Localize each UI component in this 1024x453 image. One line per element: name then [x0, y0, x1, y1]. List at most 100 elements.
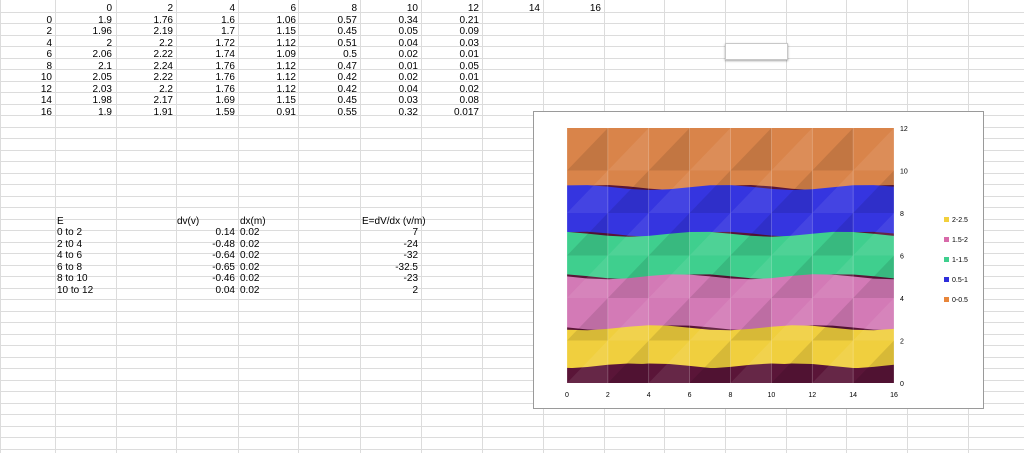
table-value-cell: 0.42 — [337, 72, 357, 83]
efield-dx-cell: 0.02 — [240, 284, 260, 296]
table-value-cell: 0.05 — [398, 26, 418, 37]
table-value-cell: 0.03 — [459, 37, 479, 49]
column-header-cell: 6 — [290, 3, 296, 14]
efield-e-cell: -23 — [403, 273, 418, 285]
table-value-cell: 2.06 — [92, 49, 112, 60]
efield-dx-cell: 0.02 — [240, 227, 260, 239]
surface-chart[interactable]: 0 2 4 6 8 10 12 14 16 0 2 4 6 8 10 12 2-2.5 1.5-2 1-1.5 0.5… — [533, 111, 984, 409]
table-value-cell: 1.69 — [215, 95, 235, 106]
x-tick-label: 10 — [767, 392, 775, 399]
table-value-cell: 0.08 — [459, 95, 479, 106]
efield-dv-cell: -0.48 — [212, 238, 235, 250]
efield-range-cell: 4 to 6 — [57, 250, 83, 262]
legend-swatch — [944, 297, 949, 302]
efield-e-cell: 7 — [412, 227, 418, 239]
row-label-cell: 14 — [40, 95, 52, 106]
row-label-cell: 12 — [40, 83, 52, 95]
legend-label: 0-0.5 — [952, 297, 968, 304]
legend-swatch — [944, 277, 949, 282]
table-value-cell: 0.51 — [337, 37, 357, 49]
table-value-cell: 0.09 — [459, 26, 479, 37]
table-value-cell: 1.12 — [276, 72, 296, 83]
y-tick-label: 8 — [900, 211, 904, 218]
table-value-cell: 0.42 — [337, 83, 357, 95]
table-value-cell: 1.72 — [215, 37, 235, 49]
table-value-cell: 2.2 — [159, 37, 173, 49]
column-header-cell: 14 — [528, 3, 540, 14]
table-value-cell: 0.02 — [398, 72, 418, 83]
x-tick-label: 4 — [647, 392, 651, 399]
column-header-cell: 2 — [167, 3, 173, 14]
table-value-cell: 1.76 — [215, 83, 235, 95]
table-value-cell: 0.01 — [459, 72, 479, 83]
row-label-cell: 4 — [46, 37, 52, 49]
x-tick-label: 12 — [808, 392, 816, 399]
efield-e-cell: -32 — [403, 250, 418, 262]
efield-dv-cell: -0.46 — [212, 273, 235, 285]
efield-dv-cell: -0.65 — [212, 261, 235, 273]
table-value-cell: 2.1 — [98, 60, 112, 72]
legend-label: 2-2.5 — [952, 217, 968, 224]
y-tick-label: 10 — [900, 169, 908, 176]
table-value-cell: 2.24 — [153, 60, 173, 72]
table-value-cell: 0.017 — [453, 106, 479, 118]
row-label-cell: 2 — [46, 26, 52, 37]
efield-range-cell: 0 to 2 — [57, 227, 83, 239]
efield-range-cell: 2 t0 4 — [57, 238, 83, 250]
table-value-cell: 0.45 — [337, 95, 357, 106]
x-tick-label: 16 — [890, 392, 898, 399]
table-value-cell: 2.19 — [153, 26, 173, 37]
table-value-cell: 2.03 — [92, 83, 112, 95]
efield-range-cell: 8 to 10 — [57, 273, 88, 285]
efield-dx-cell: 0.02 — [240, 238, 260, 250]
row-label-cell: 10 — [40, 72, 52, 83]
y-tick-label: 2 — [900, 339, 904, 346]
column-header-cell: 8 — [351, 3, 357, 14]
table-value-cell: 1.6 — [221, 14, 235, 26]
table-value-cell: 0.02 — [459, 83, 479, 95]
efield-e-cell: -24 — [403, 238, 418, 250]
row-label-cell: 16 — [40, 106, 52, 118]
table-value-cell: 2 — [106, 37, 112, 49]
table-value-cell: 0.01 — [459, 49, 479, 60]
table-value-cell: 2.22 — [153, 72, 173, 83]
table-value-cell: 1.15 — [276, 26, 296, 37]
table-value-cell: 0.32 — [398, 106, 418, 118]
x-tick-label: 2 — [606, 392, 610, 399]
table-value-cell: 0.04 — [398, 83, 418, 95]
table-value-cell: 1.9 — [98, 14, 112, 26]
x-tick-label: 6 — [688, 392, 692, 399]
table-value-cell: 1.91 — [153, 106, 173, 118]
y-tick-label: 6 — [900, 254, 904, 261]
legend-swatch — [944, 257, 949, 262]
row-label-cell: 0 — [46, 14, 52, 26]
table-value-cell: 0.34 — [398, 14, 418, 26]
table-value-cell: 1.76 — [215, 72, 235, 83]
efield-dx-cell: 0.02 — [240, 250, 260, 262]
table-value-cell: 1.7 — [221, 26, 235, 37]
efield-header-dv: dv(v) — [177, 215, 200, 227]
table-value-cell: 1.76 — [153, 14, 173, 26]
selected-cell[interactable] — [725, 43, 788, 60]
efield-dx-cell: 0.02 — [240, 261, 260, 273]
table-value-cell: 0.91 — [276, 106, 296, 118]
efield-dv-cell: 0.14 — [215, 227, 235, 239]
efield-dv-cell: -0.64 — [212, 250, 235, 262]
table-value-cell: 2.2 — [159, 83, 173, 95]
efield-range-cell: 10 to 12 — [57, 284, 94, 296]
table-value-cell: 1.96 — [92, 26, 112, 37]
table-value-cell: 0.47 — [337, 60, 357, 72]
row-label-cell: 6 — [46, 49, 52, 60]
efield-header-dx: dx(m) — [240, 215, 266, 227]
table-value-cell: 1.76 — [215, 60, 235, 72]
legend-swatch — [944, 237, 949, 242]
legend-label: 1-1.5 — [952, 257, 968, 264]
surface-chart-svg: 0 2 4 6 8 10 12 14 160246810122-2.51.5-21-1.50.5… — [565, 126, 968, 399]
table-value-cell: 2.22 — [153, 49, 173, 60]
table-value-cell: 1.06 — [276, 14, 296, 26]
table-value-cell: 0.03 — [398, 95, 418, 106]
table-value-cell: 1.9 — [98, 106, 112, 118]
efield-header-edvdx: E=dV/dx (v/m) — [362, 215, 426, 227]
x-tick-label: 14 — [849, 392, 857, 399]
efield-dx-cell: 0.02 — [240, 273, 260, 285]
